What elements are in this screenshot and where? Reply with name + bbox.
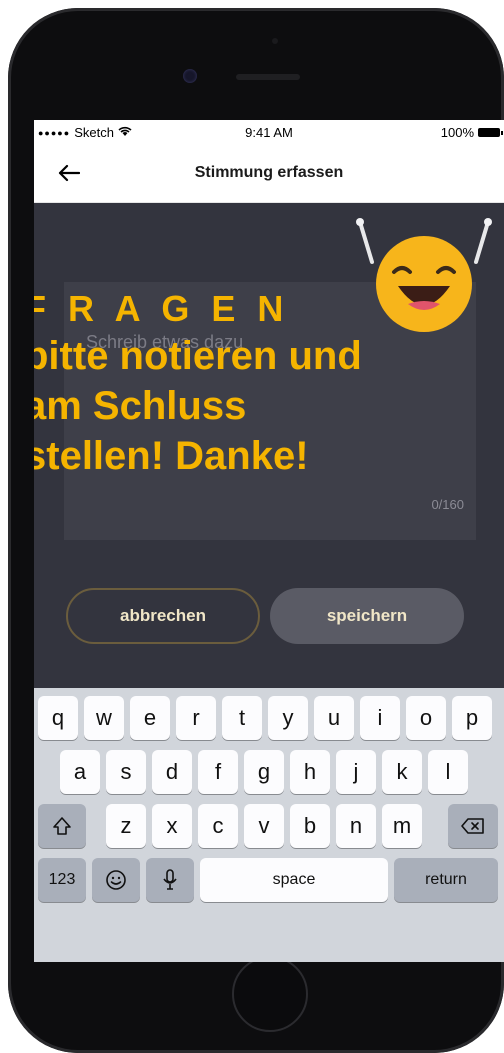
key-z[interactable]: z <box>106 804 146 848</box>
key-w[interactable]: w <box>84 696 124 740</box>
overlay-line-2: am Schluss <box>34 384 247 428</box>
key-y[interactable]: y <box>268 696 308 740</box>
battery-percent: 100% <box>440 125 474 140</box>
key-b[interactable]: b <box>290 804 330 848</box>
microphone-key-icon[interactable] <box>146 858 194 902</box>
key-j[interactable]: j <box>336 750 376 794</box>
page-title: Stimmung erfassen <box>194 164 344 181</box>
save-button[interactable]: speichern <box>270 588 464 644</box>
key-u[interactable]: u <box>314 696 354 740</box>
key-v[interactable]: v <box>244 804 284 848</box>
key-q[interactable]: q <box>38 696 78 740</box>
emoji-key-icon[interactable] <box>92 858 140 902</box>
character-counter: 0/160 <box>431 497 464 512</box>
key-t[interactable]: t <box>222 696 262 740</box>
keyboard-row-1: q w e r t y u i o p <box>34 696 504 744</box>
announcement-overlay: F R A G E N bitte notieren und am Schlus… <box>34 286 362 481</box>
keyboard-row-4: 123 space return <box>34 858 504 906</box>
space-key[interactable]: space <box>200 858 388 902</box>
navigation-bar: Stimmung erfassen <box>34 144 504 203</box>
earpiece-speaker <box>236 74 300 80</box>
key-x[interactable]: x <box>152 804 192 848</box>
key-e[interactable]: e <box>130 696 170 740</box>
key-i[interactable]: i <box>360 696 400 740</box>
key-a[interactable]: a <box>60 750 100 794</box>
status-bar: ●●●●● Sketch 9:41 AM 100% <box>34 120 504 144</box>
return-key[interactable]: return <box>394 858 498 902</box>
key-l[interactable]: l <box>428 750 468 794</box>
home-button[interactable] <box>232 956 308 1032</box>
shift-key-icon[interactable] <box>38 804 86 848</box>
numbers-key[interactable]: 123 <box>38 858 86 902</box>
key-c[interactable]: c <box>198 804 238 848</box>
key-h[interactable]: h <box>290 750 330 794</box>
key-g[interactable]: g <box>244 750 284 794</box>
overlay-line-1: bitte notieren und <box>34 334 362 378</box>
overlay-heading: F R A G E N <box>34 288 290 329</box>
key-s[interactable]: s <box>106 750 146 794</box>
key-d[interactable]: d <box>152 750 192 794</box>
key-p[interactable]: p <box>452 696 492 740</box>
key-m[interactable]: m <box>382 804 422 848</box>
overlay-line-3: stellen! Danke! <box>34 434 309 478</box>
cancel-button[interactable]: abbrechen <box>66 588 260 644</box>
key-r[interactable]: r <box>176 696 216 740</box>
app-screen: ●●●●● Sketch 9:41 AM 100% Stimmung erfas… <box>34 120 504 962</box>
front-camera <box>183 69 197 83</box>
keyboard-row-3: z x c v b n m <box>34 804 504 852</box>
battery-group: 100% <box>440 125 503 140</box>
battery-icon <box>478 128 503 137</box>
backspace-key-icon[interactable] <box>448 804 498 848</box>
key-n[interactable]: n <box>336 804 376 848</box>
status-time: 9:41 AM <box>245 125 293 140</box>
on-screen-keyboard: q w e r t y u i o p a s d f g h j k l z … <box>34 688 504 962</box>
sensor-dot <box>272 38 278 44</box>
key-o[interactable]: o <box>406 696 446 740</box>
cheering-emoji-icon <box>356 218 492 332</box>
keyboard-row-2: a s d f g h j k l <box>34 750 504 798</box>
key-k[interactable]: k <box>382 750 422 794</box>
key-f[interactable]: f <box>198 750 238 794</box>
